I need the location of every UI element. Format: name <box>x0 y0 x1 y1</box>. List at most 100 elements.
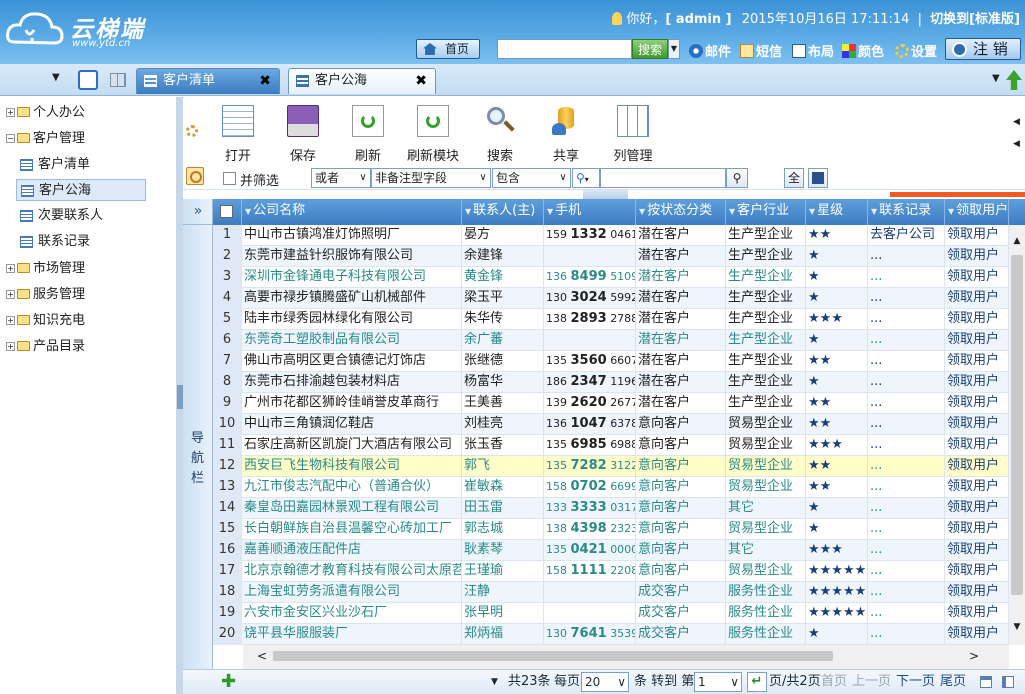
expand-nav-icon[interactable]: » <box>183 199 213 225</box>
home-button[interactable]: 首页 <box>416 39 480 59</box>
vertical-scrollbar[interactable]: ▲ ▼ <box>1009 225 1025 645</box>
contact-record-link[interactable]: ... <box>868 498 945 519</box>
color-link[interactable]: 颜色 <box>842 41 884 60</box>
sidebar-item-customer-list[interactable]: 客户清单 <box>16 154 146 176</box>
expand-icon[interactable]: + <box>6 264 15 273</box>
operator-select[interactable]: 包含 ∨ <box>492 168 571 188</box>
contact-record-link[interactable]: ... <box>868 309 945 330</box>
scroll-thumb[interactable] <box>1011 255 1023 595</box>
select-all-checkbox-cell[interactable] <box>213 199 242 225</box>
grid-view-icon[interactable] <box>110 73 126 87</box>
sidebar-item-personal[interactable]: + 个人办公 <box>6 102 85 124</box>
contact-record-link[interactable]: ... <box>868 561 945 582</box>
contact-record-link[interactable]: ... <box>868 267 945 288</box>
table-row[interactable]: 11 石家庄高新区凯旋门大酒店有限公司 张玉香 135 6985 6988 意向客户 贸易… <box>213 435 1009 456</box>
claim-user-link[interactable]: 领取用户 <box>945 498 1009 519</box>
chevron-down-icon[interactable]: ▼ <box>52 72 60 83</box>
sidebar-item-products[interactable]: + 产品目录 <box>6 336 85 358</box>
claim-user-link[interactable]: 领取用户 <box>945 519 1009 540</box>
table-row[interactable]: 8 东莞市石排渝越包装材料店 杨富华 186 2347 1196 潜在客户 生产型企业 ★.… <box>213 372 1009 393</box>
save-filter-button[interactable] <box>808 168 828 188</box>
search-dropdown-icon[interactable]: ▼ <box>668 39 680 59</box>
sidebar-item-market[interactable]: + 市场管理 <box>6 258 85 280</box>
contact-record-link[interactable]: ... <box>868 477 945 498</box>
claim-user-link[interactable]: 领取用户 <box>945 540 1009 561</box>
scroll-down-icon[interactable]: ▼ <box>1009 619 1025 635</box>
sidebar-item-customer-mgmt[interactable]: − 客户管理 <box>6 128 85 150</box>
column-header-action[interactable]: ▼ 领取用户 <box>945 199 1009 225</box>
close-icon[interactable]: ✖ <box>415 69 427 93</box>
scroll-right-icon[interactable]: > <box>969 648 979 664</box>
claim-user-link[interactable]: 领取用户 <box>945 393 1009 414</box>
toolbar-scroll-down-icon[interactable]: ◀ <box>1013 139 1020 149</box>
expand-icon[interactable]: + <box>6 290 15 299</box>
toolbar-scroll-up-icon[interactable]: ◀ <box>1013 117 1020 127</box>
sort-icon[interactable]: ▼ <box>639 207 645 216</box>
sidebar-item-contact-records[interactable]: 联系记录 <box>16 231 146 253</box>
panel-toggle-icon[interactable] <box>1002 676 1014 688</box>
table-row[interactable]: 18 上海宝虹劳务派遣有限公司 汪静 成交客户 服务性企业 ★★★★★... 领取用户 <box>213 582 1009 603</box>
next-page-link[interactable]: 下一页 <box>896 670 935 694</box>
claim-user-link[interactable]: 领取用户 <box>945 309 1009 330</box>
contact-record-link[interactable]: ... <box>868 456 945 477</box>
table-row[interactable]: 1 中山市古镇鸿准灯饰照明厂 晏方 159 1332 0461 潜在客户 生产型企业 ★★ 去… <box>213 225 1009 246</box>
claim-user-link[interactable]: 领取用户 <box>945 351 1009 372</box>
sort-icon[interactable]: ▼ <box>809 207 815 216</box>
contact-record-link[interactable]: ... <box>868 288 945 309</box>
table-row[interactable]: 7 佛山市高明区更合镇德记灯饰店 张继德 135 3560 6607 潜在客户 生产型企业… <box>213 351 1009 372</box>
table-row[interactable]: 10 中山市三角镇润亿鞋店 刘桂亮 136 1047 6378 意向客户 贸易型企业 ★★.… <box>213 414 1009 435</box>
contact-record-link[interactable]: ... <box>868 393 945 414</box>
filter-value-input[interactable] <box>600 168 726 188</box>
layout-toggle-icon[interactable] <box>980 676 992 688</box>
claim-user-link[interactable]: 领取用户 <box>945 414 1009 435</box>
sort-icon[interactable]: ▼ <box>948 207 954 216</box>
tab-customer-pool[interactable]: 客户公海 ✖ <box>288 68 436 94</box>
contact-record-link[interactable]: ... <box>868 330 945 351</box>
search-button[interactable]: 搜索 <box>632 39 668 59</box>
claim-user-link[interactable]: 领取用户 <box>945 477 1009 498</box>
sidebar-item-customer-pool[interactable]: 客户公海 <box>16 179 146 201</box>
table-row[interactable]: 15 长白朝鲜族自治县温馨空心砖加工厂 郭志城 138 4398 2323 意向客户 贸易… <box>213 519 1009 540</box>
contact-record-link[interactable]: ... <box>868 582 945 603</box>
table-row[interactable]: 14 秦皇岛田嘉园林景观工程有限公司 田玉雷 133 3333 0317 意向客户 其它 ★… <box>213 498 1009 519</box>
switch-version-link[interactable]: 切换到[标准版] <box>930 12 1020 27</box>
expand-icon[interactable]: + <box>6 108 15 117</box>
contact-record-link[interactable]: ... <box>868 624 945 645</box>
scroll-left-icon[interactable]: < <box>257 648 267 664</box>
claim-user-link[interactable]: 领取用户 <box>945 372 1009 393</box>
sms-link[interactable]: 短信 <box>740 41 782 60</box>
column-header-industry[interactable]: ▼ 客户行业 <box>726 199 806 225</box>
filter-search-button[interactable]: ⚲ <box>726 168 748 188</box>
collapse-icon[interactable]: − <box>6 134 15 143</box>
sidebar-item-service[interactable]: + 服务管理 <box>6 284 85 306</box>
scroll-up-icon[interactable]: ▲ <box>1009 233 1025 249</box>
contact-record-link[interactable]: ... <box>868 414 945 435</box>
per-page-select[interactable]: 20 ∨ <box>581 672 629 692</box>
table-row[interactable]: 17 北京京翰德才教育科技有限公司太原苕 王瑾瑜 158 1111 2208 意向客户贸… <box>213 561 1009 582</box>
search-mode-select[interactable]: ⚲▾ <box>572 168 600 188</box>
claim-user-link[interactable]: 领取用户 <box>945 288 1009 309</box>
sort-icon[interactable]: ▼ <box>547 207 553 216</box>
last-page-link[interactable]: 尾页 <box>940 670 966 694</box>
table-row[interactable]: 16 嘉善顺通液压配件店 耿素琴 135 0421 0000 意向客户 其它 ★★★... 领… <box>213 540 1009 561</box>
table-row[interactable]: 5 陆丰市绿秀园林绿化有限公司 朱华传 138 2893 2788 潜在客户 生产型企业 ★… <box>213 309 1009 330</box>
save-button[interactable]: 保存 <box>286 105 320 164</box>
up-arrow-icon[interactable] <box>1006 70 1022 90</box>
sort-icon[interactable]: ▼ <box>245 207 251 216</box>
share-button[interactable]: 共享 <box>549 105 583 164</box>
page-select[interactable]: 1 ∨ <box>694 672 742 692</box>
table-row[interactable]: 3 深圳市金锋通电子科技有限公司 黄金锋 136 8499 5109 潜在客户 生产型企业… <box>213 267 1009 288</box>
contact-record-link[interactable]: ... <box>868 372 945 393</box>
sort-icon[interactable]: ▼ <box>729 207 735 216</box>
refresh-button[interactable]: 刷新 <box>351 105 385 164</box>
table-row[interactable]: 9 广州市花都区狮岭佳峭誉皮革商行 王美善 139 2620 2677 潜在客户 生产型企… <box>213 393 1009 414</box>
add-record-icon[interactable]: ✚ <box>221 673 236 691</box>
search-input[interactable] <box>497 39 632 59</box>
close-icon[interactable]: ✖ <box>259 69 271 93</box>
table-row[interactable]: 20 饶平县华服服装厂 郑炳福 130 7641 3539 成交客户 服务性企业 ★... 领… <box>213 624 1009 645</box>
advanced-filter-icon[interactable] <box>186 167 204 185</box>
logout-button[interactable]: 注 销 <box>945 38 1021 60</box>
sidebar-item-secondary-contacts[interactable]: 次要联系人 <box>16 205 146 227</box>
first-page-link[interactable]: 首页 <box>821 670 847 694</box>
pager-menu-icon[interactable]: ▼ <box>491 670 498 694</box>
